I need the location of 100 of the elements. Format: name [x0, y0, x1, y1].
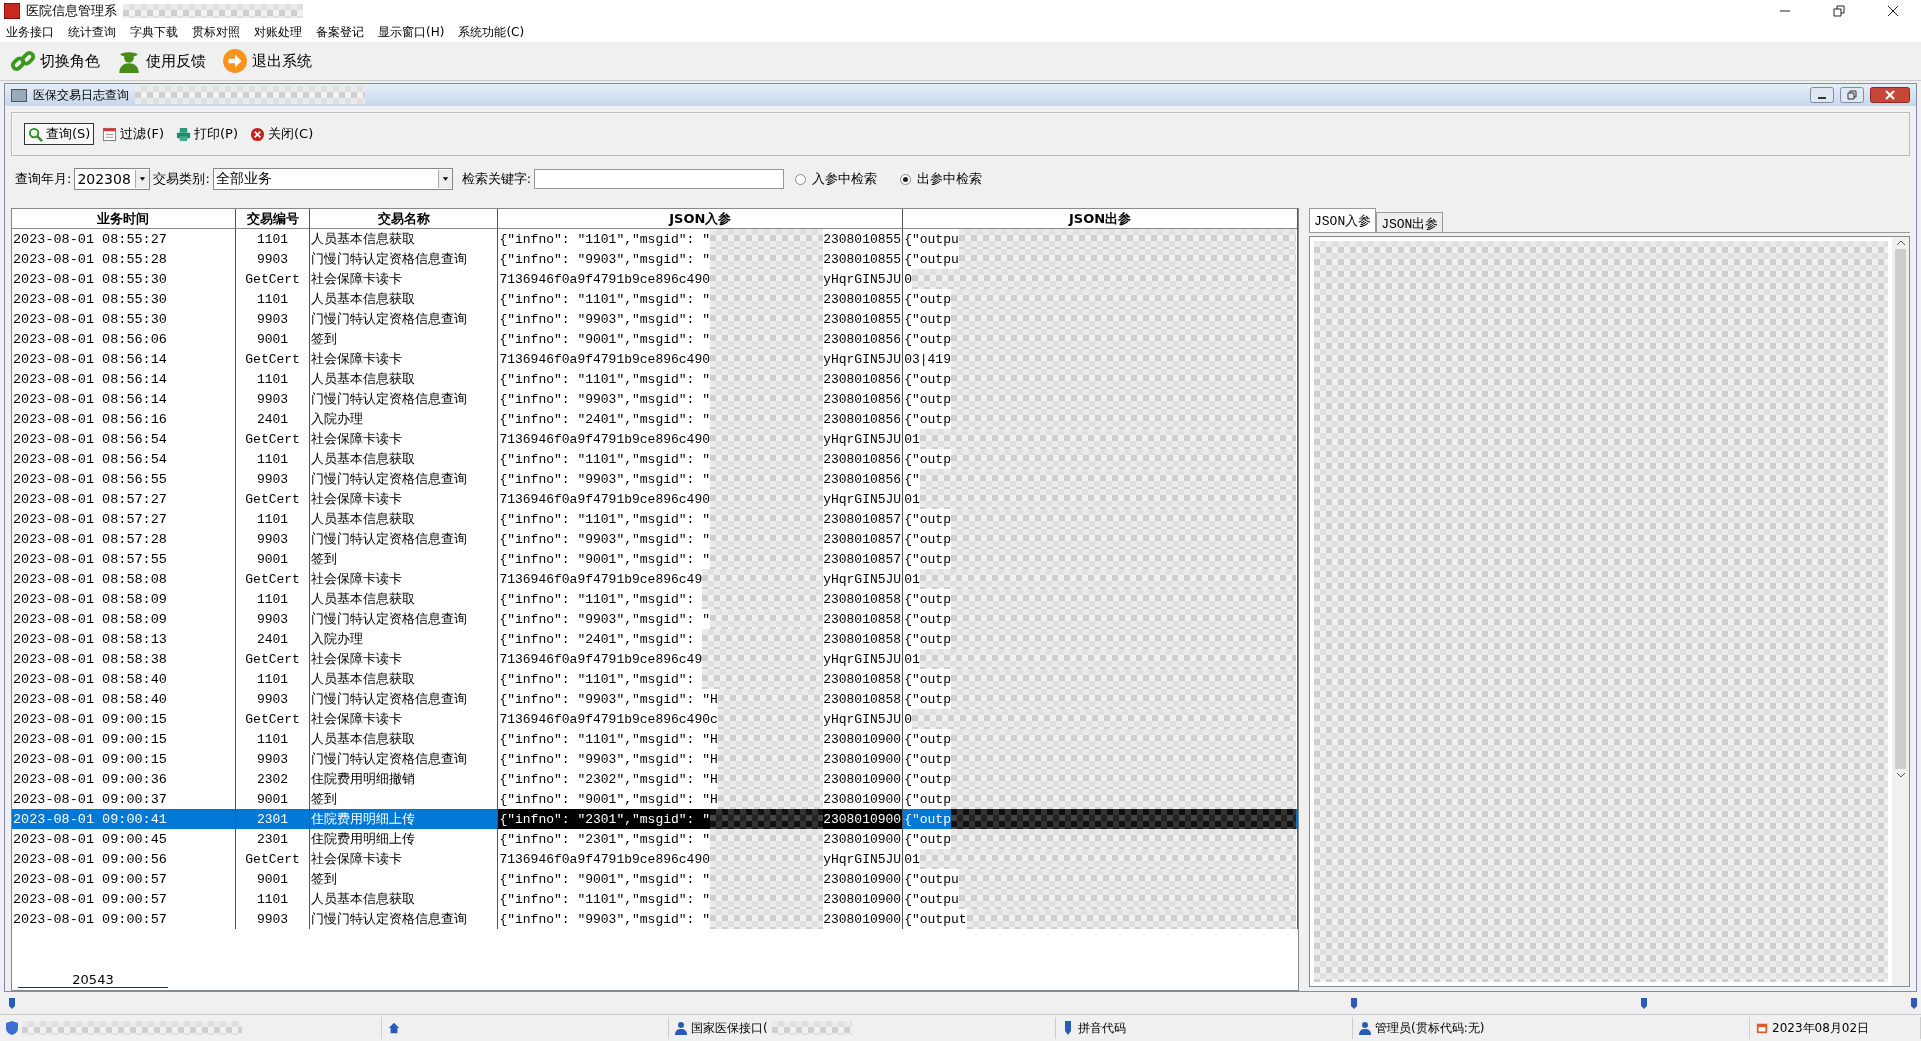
table-row[interactable]: 2023-08-01 08:55:27 1101 人员基本信息获取 {"infno": "1101","msgid": " 2308010855 {"outpu [12, 229, 1298, 249]
table-cell: {"infno": "9001","msgid": "H [499, 791, 718, 807]
type-dropdown[interactable]: 全部业务 [212, 168, 453, 190]
table-row[interactable]: 2023-08-01 08:58:08 GetCert 社会保障卡读卡 7136946f0a9f4791b9ce896c49 yHqrGIN5JU 01 [12, 569, 1298, 589]
table-cell: 1101 [235, 729, 311, 749]
minimize-icon[interactable] [1810, 87, 1834, 103]
table-cell: 1101 [235, 229, 311, 249]
menu-item[interactable]: 字典下载 [130, 23, 178, 41]
table-row[interactable]: 2023-08-01 08:56:14 9903 门慢门特认定资格信息查询 {"infno": "9903","msgid": " 2308010856 {"outp [12, 389, 1298, 409]
menu-item[interactable]: 显示窗口(H) [378, 23, 445, 41]
column-header[interactable]: JSON入参 [498, 209, 904, 229]
table-cell: 2023-08-01 08:58:40 [12, 689, 236, 709]
table-cell: GetCert [235, 569, 311, 589]
table-row[interactable]: 2023-08-01 09:00:41 2301 住院费用明细上传 {"infno": "2301","msgid": " 2308010900 {"outp [12, 809, 1298, 829]
table-row[interactable]: 2023-08-01 09:00:57 9903 门慢门特认定资格信息查询 {"infno": "9903","msgid": " 2308010900 {"output [12, 909, 1298, 929]
radio-option[interactable]: 出参中检索 [900, 170, 983, 188]
table-row[interactable]: 2023-08-01 08:55:30 9903 门慢门特认定资格信息查询 {"infno": "9903","msgid": " 2308010855 {"outp [12, 309, 1298, 329]
toolbar-button[interactable]: 打印(P) [172, 123, 242, 145]
close-icon[interactable] [1887, 5, 1899, 17]
table-row[interactable]: 2023-08-01 08:56:55 9903 门慢门特认定资格信息查询 {"infno": "9903","msgid": " 2308010856 {" [12, 469, 1298, 489]
table-row[interactable]: 2023-08-01 09:00:36 2302 住院费用明细撤销 {"infno": "2302","msgid": "H 2308010900 {"outp [12, 769, 1298, 789]
table-row[interactable]: 2023-08-01 08:58:09 9903 门慢门特认定资格信息查询 {"infno": "9903","msgid": " 2308010858 {"outp [12, 609, 1298, 629]
scrollbar-thumb[interactable] [1895, 249, 1906, 769]
table-row[interactable]: 2023-08-01 08:56:16 2401 入院办理 {"infno": "2401","msgid": " 2308010856 {"outp [12, 409, 1298, 429]
table-cell: 9903 [235, 469, 311, 489]
home-icon [388, 1021, 400, 1035]
table-cell: {"infno": "1101","msgid": " [499, 511, 710, 527]
month-dropdown[interactable]: 202308 [74, 168, 151, 190]
table-row[interactable]: 2023-08-01 08:57:55 9001 签到 {"infno": "9001","msgid": " 2308010857 {"outp [12, 549, 1298, 569]
table-row[interactable]: 2023-08-01 08:55:30 1101 人员基本信息获取 {"infno": "1101","msgid": " 2308010855 {"outp [12, 289, 1298, 309]
table-row[interactable]: 2023-08-01 08:58:09 1101 人员基本信息获取 {"infno": "1101","msgid": 2308010858 {"outp [12, 589, 1298, 609]
table-row[interactable]: 2023-08-01 08:57:27 GetCert 社会保障卡读卡 7136946f0a9f4791b9ce896c490 yHqrGIN5JU 01 [12, 489, 1298, 509]
table-row[interactable]: 2023-08-01 08:58:40 1101 人员基本信息获取 {"infno": "1101","msgid": 2308010858 {"outp [12, 669, 1298, 689]
table-cell: 门慢门特认定资格信息查询 [310, 529, 499, 549]
table-cell: 2308010858 [823, 691, 902, 707]
table-cell: {"outp [904, 671, 951, 687]
table-row[interactable]: 2023-08-01 09:00:15 9903 门慢门特认定资格信息查询 {"infno": "9903","msgid": "H 2308010900 {"outp [12, 749, 1298, 769]
table-row[interactable]: 2023-08-01 08:56:54 GetCert 社会保障卡读卡 7136946f0a9f4791b9ce896c490 yHqrGIN5JU 01 [12, 429, 1298, 449]
window-title: 医院信息管理系 [26, 2, 117, 20]
table-cell: {" [904, 471, 920, 487]
table-row[interactable]: 2023-08-01 08:56:06 9001 签到 {"infno": "9001","msgid": " 2308010856 {"outp [12, 329, 1298, 349]
menu-item[interactable]: 业务接口 [6, 23, 54, 41]
column-header[interactable]: JSON出参 [903, 209, 1298, 229]
table-row[interactable]: 2023-08-01 09:00:15 1101 人员基本信息获取 {"infno": "1101","msgid": "H 2308010900 {"outp [12, 729, 1298, 749]
table-row[interactable]: 2023-08-01 09:00:57 1101 人员基本信息获取 {"infno": "1101","msgid": " 2308010900 {"outpu [12, 889, 1298, 909]
table-cell: {"outp [904, 291, 951, 307]
table-cell: {"outpu [904, 231, 959, 247]
table-row[interactable]: 2023-08-01 09:00:56 GetCert 社会保障卡读卡 7136946f0a9f4791b9ce896c490 yHqrGIN5JU 01 [12, 849, 1298, 869]
table-cell: yHqrGIN5JU [823, 851, 902, 867]
table-cell: 0 [904, 711, 912, 727]
table-cell: 门慢门特认定资格信息查询 [310, 909, 499, 929]
toolbar-button[interactable]: 查询(S) [24, 123, 95, 145]
menu-item[interactable]: 对账处理 [254, 23, 302, 41]
table-cell: yHqrGIN5JU [823, 711, 902, 727]
table-row[interactable]: 2023-08-01 09:00:15 GetCert 社会保障卡读卡 7136946f0a9f4791b9ce896c490c yHqrGIN5JU 0 [12, 709, 1298, 729]
table-cell: 社会保障卡读卡 [310, 709, 499, 729]
table-row[interactable]: 2023-08-01 08:56:54 1101 人员基本信息获取 {"infno": "1101","msgid": " 2308010856 {"outp [12, 449, 1298, 469]
table-cell: 2308010857 [823, 531, 902, 547]
table-row[interactable]: 2023-08-01 09:00:57 9001 签到 {"infno": "9001","msgid": " 2308010900 {"outpu [12, 869, 1298, 889]
marker-icon [1910, 998, 1918, 1010]
person-icon [675, 1021, 687, 1035]
table-cell: 2308010855 [823, 311, 902, 327]
toolbar-button[interactable]: 关闭(C) [246, 123, 318, 145]
table-row[interactable]: 2023-08-01 08:55:30 GetCert 社会保障卡读卡 7136946f0a9f4791b9ce896c490 yHqrGIN5JU 0 [12, 269, 1298, 289]
table-row[interactable]: 2023-08-01 09:00:45 2301 住院费用明细上传 {"infno": "2301","msgid": " 2308010900 {"outp [12, 829, 1298, 849]
restore-icon[interactable] [1840, 87, 1864, 103]
table-row[interactable]: 2023-08-01 08:58:40 9903 门慢门特认定资格信息查询 {"infno": "9903","msgid": "H 2308010858 {"outp [12, 689, 1298, 709]
toolbar-button[interactable]: 过滤(F) [98, 123, 169, 145]
table-row[interactable]: 2023-08-01 08:55:28 9903 门慢门特认定资格信息查询 {"infno": "9903","msgid": " 2308010855 {"outpu [12, 249, 1298, 269]
table-row[interactable]: 2023-08-01 08:58:38 GetCert 社会保障卡读卡 7136946f0a9f4791b9ce896c49 yHqrGIN5JU 01 [12, 649, 1298, 669]
column-header[interactable]: 交易编号 [235, 209, 311, 229]
radio-option[interactable]: 入参中检索 [795, 170, 878, 188]
column-header[interactable]: 业务时间 [12, 209, 236, 229]
restore-icon[interactable] [1833, 5, 1845, 17]
table-row[interactable]: 2023-08-01 08:57:27 1101 人员基本信息获取 {"infno": "1101","msgid": " 2308010857 {"outp [12, 509, 1298, 529]
menu-item[interactable]: 贯标对照 [192, 23, 240, 41]
table-cell: 7136946f0a9f4791b9ce896c490 [499, 431, 710, 447]
toolbar-button[interactable]: 使用反馈 [110, 46, 212, 76]
tab[interactable]: JSON入参 [1309, 208, 1377, 232]
table-cell: 2023-08-01 08:55:30 [12, 269, 236, 289]
table-row[interactable]: 2023-08-01 08:58:13 2401 入院办理 {"infno": "2401","msgid": 2308010858 {"outp [12, 629, 1298, 649]
table-cell: 01 [904, 491, 920, 507]
toolbar-button[interactable]: 切换角色 [4, 46, 106, 76]
table-row[interactable]: 2023-08-01 08:57:28 9903 门慢门特认定资格信息查询 {"infno": "9903","msgid": " 2308010857 {"outp [12, 529, 1298, 549]
record-count: 20543 [18, 972, 168, 988]
toolbar-button[interactable]: 退出系统 [216, 46, 318, 76]
table-cell: {"outp [904, 691, 951, 707]
table-row[interactable]: 2023-08-01 08:56:14 GetCert 社会保障卡读卡 7136946f0a9f4791b9ce896c490 yHqrGIN5JU 03|419 [12, 349, 1298, 369]
tab[interactable]: JSON出参 [1376, 212, 1444, 232]
table-cell: 社会保障卡读卡 [310, 429, 499, 449]
menu-item[interactable]: 统计查询 [68, 23, 116, 41]
menu-item[interactable]: 备案登记 [316, 23, 364, 41]
table-cell: GetCert [235, 429, 311, 449]
table-row[interactable]: 2023-08-01 08:56:14 1101 人员基本信息获取 {"infno": "1101","msgid": " 2308010856 {"outp [12, 369, 1298, 389]
close-icon[interactable] [1870, 87, 1910, 103]
keyword-field[interactable] [534, 169, 785, 189]
menu-item[interactable]: 系统功能(C) [458, 23, 525, 41]
table-cell: 7136946f0a9f4791b9ce896c49 [499, 571, 703, 587]
column-header[interactable]: 交易名称 [310, 209, 499, 229]
table-cell: 2023-08-01 08:56:54 [12, 449, 236, 469]
